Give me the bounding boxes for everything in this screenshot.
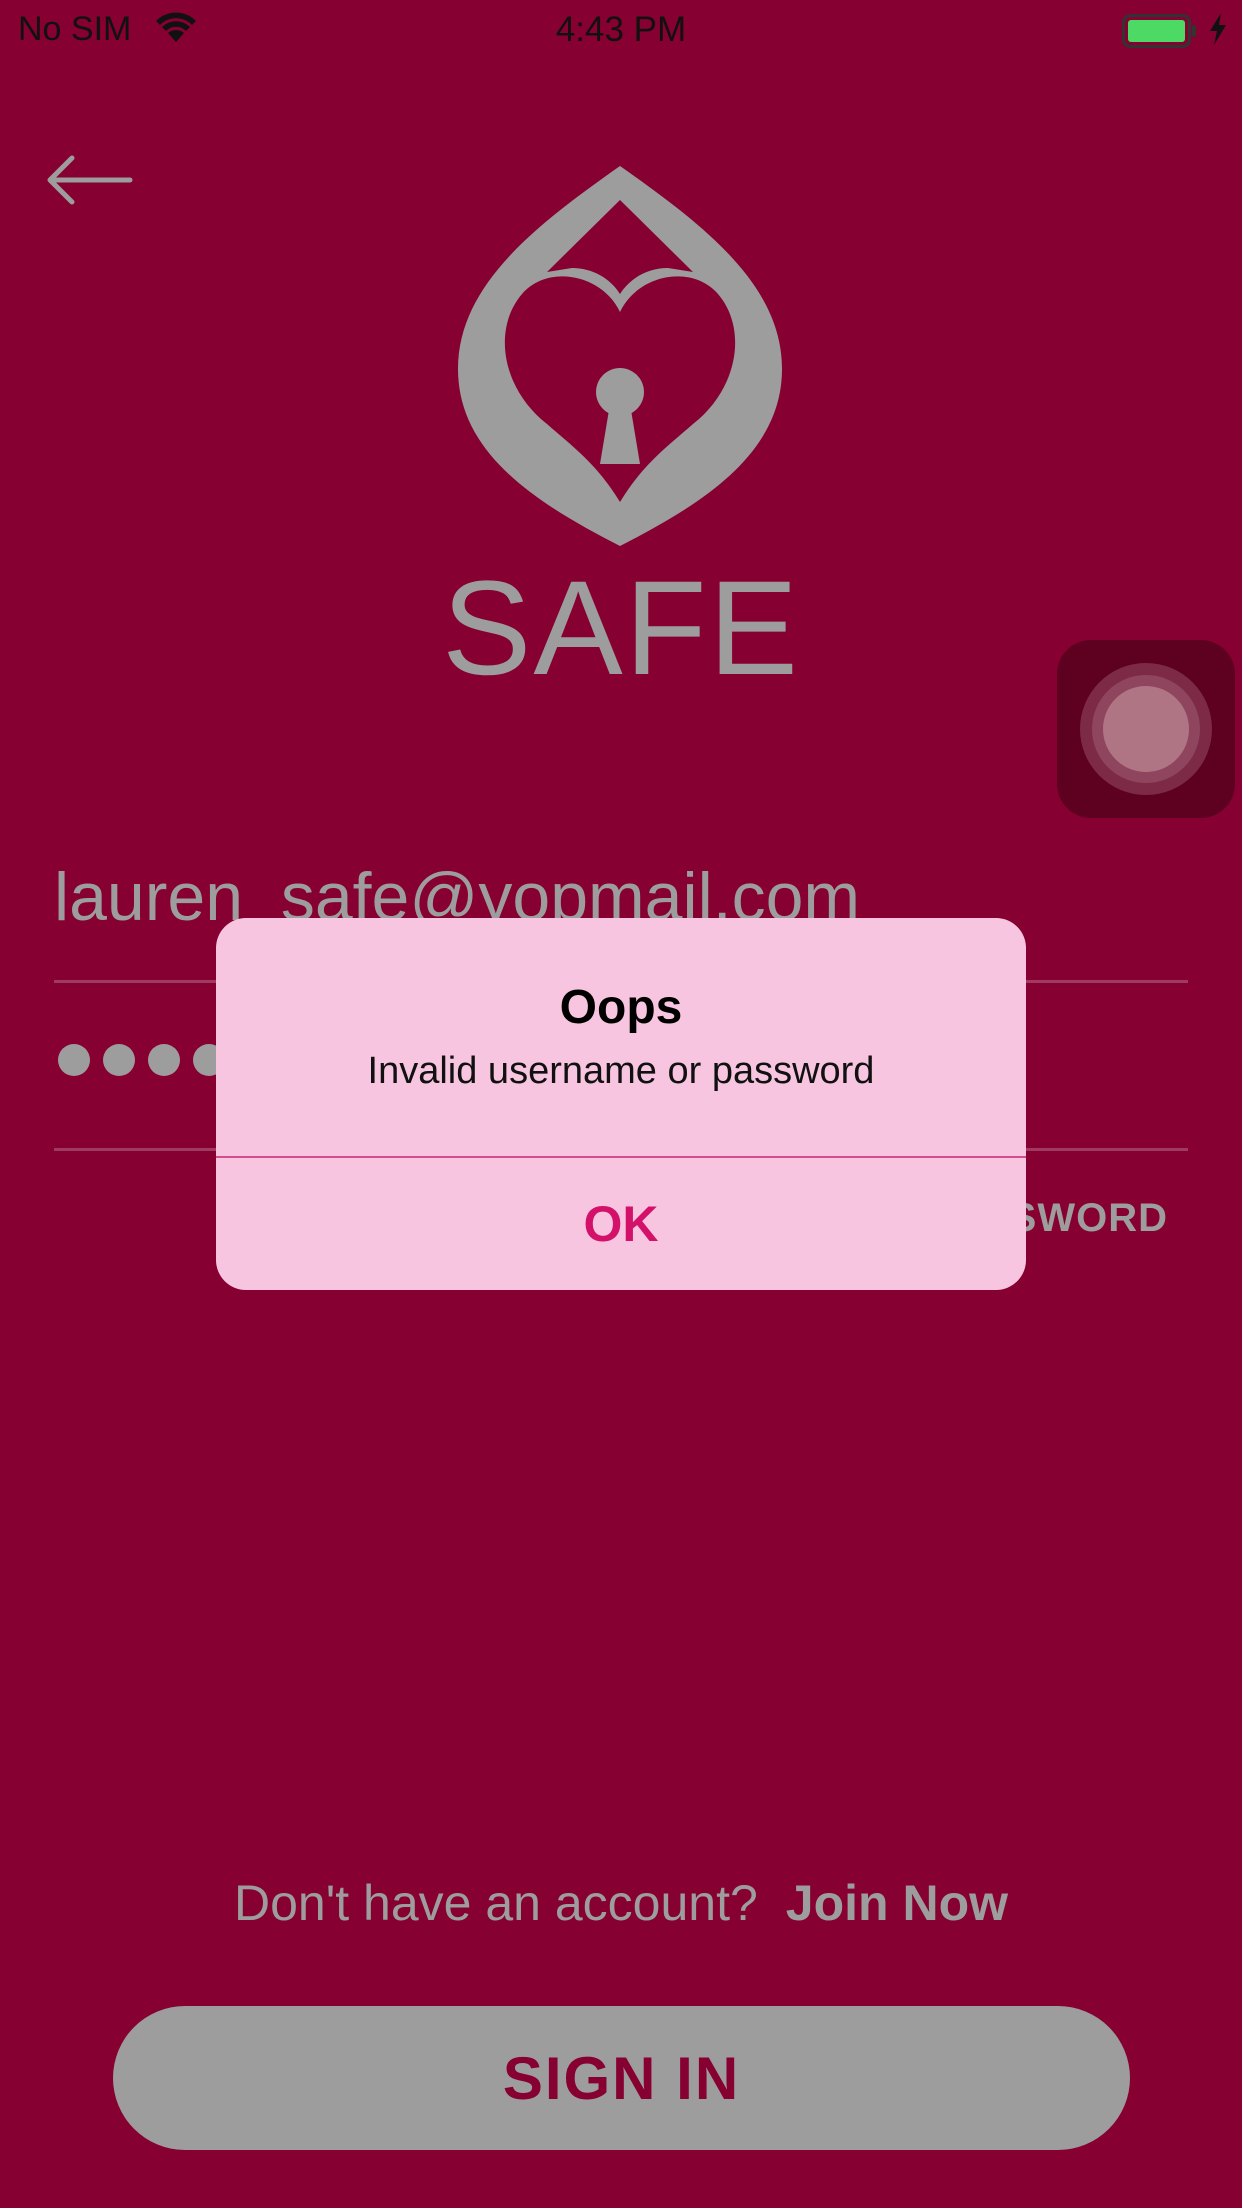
sign-in-button[interactable]: SIGN IN	[113, 2006, 1130, 2150]
alert-message: Invalid username or password	[367, 1050, 875, 1092]
signup-row: Don't have an account? Join Now	[0, 1874, 1242, 1932]
status-time: 4:43 PM	[555, 10, 687, 49]
charging-bolt-icon	[1208, 12, 1228, 51]
signup-prompt: Don't have an account?	[233, 1875, 758, 1931]
alert-ok-button[interactable]: OK	[216, 1158, 1026, 1290]
assistive-touch-button[interactable]	[1057, 640, 1235, 818]
heart-lock-logo	[452, 164, 788, 553]
alert-title: Oops	[559, 981, 683, 1034]
join-now-link[interactable]: Join Now	[786, 1875, 1008, 1931]
battery-icon	[1122, 14, 1198, 53]
alert-dialog: Oops Invalid username or password OK	[216, 918, 1026, 1290]
brand-title: SAFE	[442, 554, 800, 703]
back-arrow-icon[interactable]	[44, 150, 134, 215]
forgot-password-link[interactable]: SWORD	[1010, 1196, 1168, 1241]
